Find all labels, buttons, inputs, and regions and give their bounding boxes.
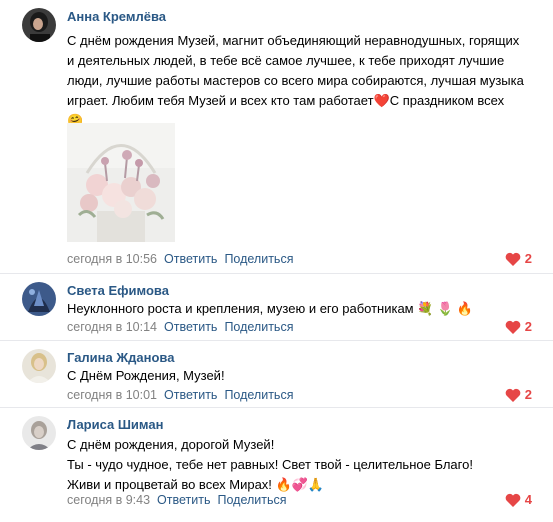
- comment-line: Ты - чудо чудное, тебе нет равных! Свет …: [67, 457, 473, 472]
- comment-time[interactable]: сегодня в 9:43: [67, 493, 150, 507]
- share-button[interactable]: Поделиться: [224, 252, 293, 266]
- heart-icon: [505, 388, 521, 402]
- like-button[interactable]: 2: [505, 251, 532, 266]
- like-button[interactable]: 4: [505, 492, 532, 507]
- comment-author[interactable]: Анна Кремлёва: [67, 9, 166, 24]
- avatar[interactable]: [22, 282, 56, 316]
- like-count: 4: [524, 492, 532, 507]
- comment-text: С Днём Рождения, Музей!: [67, 366, 537, 386]
- comment-line: и деятельных людей, в тебе всё самое луч…: [67, 53, 505, 68]
- heart-icon: [505, 493, 521, 507]
- comment-line: С днём рождения, дорогой Музей!: [67, 437, 275, 452]
- share-button[interactable]: Поделиться: [217, 493, 286, 507]
- comment-meta: сегодня в 10:56 Ответить Поделиться: [67, 252, 293, 266]
- reply-button[interactable]: Ответить: [164, 320, 217, 334]
- attached-photo[interactable]: [67, 123, 175, 242]
- reply-button[interactable]: Ответить: [164, 252, 217, 266]
- like-count: 2: [524, 319, 532, 334]
- comment-line: С Днём Рождения, Музей!: [67, 368, 225, 383]
- comment-text: Неуклонного роста и крепления, музею и е…: [67, 299, 537, 319]
- comment-line: Живи и процветай во всех Мирах! 🔥💞🙏: [67, 477, 325, 492]
- comment: Света Ефимова Неуклонного роста и крепле…: [0, 273, 553, 341]
- comment-meta: сегодня в 10:01 Ответить Поделиться: [67, 388, 293, 402]
- comment-time[interactable]: сегодня в 10:56: [67, 252, 157, 266]
- comment-meta: сегодня в 9:43 Ответить Поделиться: [67, 493, 287, 507]
- comment-line: люди, лучшие работы мастеров со всего ми…: [67, 73, 524, 88]
- heart-icon: [505, 320, 521, 334]
- comment-line: играет. Любим тебя Музей и всех кто там …: [67, 93, 505, 108]
- like-count: 2: [524, 251, 532, 266]
- share-button[interactable]: Поделиться: [224, 388, 293, 402]
- share-button[interactable]: Поделиться: [224, 320, 293, 334]
- comment-author[interactable]: Галина Жданова: [67, 350, 174, 365]
- avatar[interactable]: [22, 8, 56, 42]
- comment-text: С днём рождения Музей, магнит объединяющ…: [67, 31, 537, 131]
- comment-author[interactable]: Лариса Шиман: [67, 417, 163, 432]
- avatar[interactable]: [22, 349, 56, 383]
- comment: Галина Жданова С Днём Рождения, Музей! с…: [0, 340, 553, 408]
- heart-icon: [505, 252, 521, 266]
- reply-button[interactable]: Ответить: [164, 388, 217, 402]
- avatar[interactable]: [22, 416, 56, 450]
- comment-line: Неуклонного роста и крепления, музею и е…: [67, 301, 474, 316]
- comment-meta: сегодня в 10:14 Ответить Поделиться: [67, 320, 293, 334]
- comment-text: С днём рождения, дорогой Музей! Ты - чуд…: [67, 435, 537, 495]
- like-count: 2: [524, 387, 532, 402]
- comment-time[interactable]: сегодня в 10:14: [67, 320, 157, 334]
- comment-line: С днём рождения Музей, магнит объединяющ…: [67, 33, 520, 48]
- comment-time[interactable]: сегодня в 10:01: [67, 388, 157, 402]
- comment-author[interactable]: Света Ефимова: [67, 283, 169, 298]
- reply-button[interactable]: Ответить: [157, 493, 210, 507]
- comment: Лариса Шиман С днём рождения, дорогой Му…: [0, 407, 553, 522]
- comment: Анна Кремлёва С днём рождения Музей, маг…: [0, 0, 553, 273]
- like-button[interactable]: 2: [505, 387, 532, 402]
- like-button[interactable]: 2: [505, 319, 532, 334]
